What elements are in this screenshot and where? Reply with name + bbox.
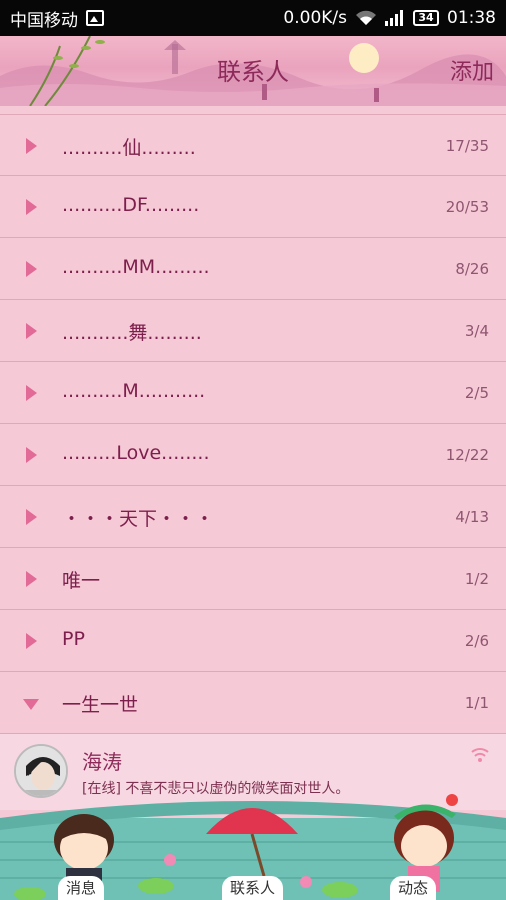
group-row[interactable]: PP 2/6 bbox=[0, 610, 506, 672]
group-name: .........Love........ bbox=[62, 442, 210, 464]
group-list: ..........仙......... 17/35 ..........DF.… bbox=[0, 114, 506, 734]
online-signal-icon bbox=[470, 746, 490, 766]
group-name: ..........仙......... bbox=[62, 137, 196, 159]
expand-arrow-icon bbox=[26, 447, 37, 463]
page-title: 联系人 bbox=[217, 58, 289, 86]
expand-arrow-icon bbox=[26, 323, 37, 339]
expand-arrow-icon bbox=[26, 509, 37, 525]
status-left: 中国移动 bbox=[10, 6, 104, 31]
tab-moments[interactable]: 动态 bbox=[390, 876, 437, 900]
group-name: ..........MM......... bbox=[62, 256, 210, 278]
collapse-arrow-icon bbox=[23, 699, 39, 710]
group-name: ..........M........... bbox=[62, 380, 206, 402]
tab-messages[interactable]: 消息 bbox=[58, 876, 105, 900]
group-row[interactable]: ..........M........... 2/5 bbox=[0, 362, 506, 424]
header: 联系人 添加 bbox=[0, 36, 506, 106]
group-name: ...........舞......... bbox=[62, 322, 202, 344]
clock: 01:38 bbox=[447, 8, 496, 28]
carrier-label: 中国移动 bbox=[10, 10, 78, 31]
group-count: 12/22 bbox=[445, 446, 489, 464]
group-count: 17/35 bbox=[445, 137, 489, 155]
battery-icon: 34 bbox=[413, 10, 439, 26]
contact-name: 海涛 bbox=[82, 750, 122, 774]
status-bar: 中国移动 0.00K/s 34 01:38 bbox=[0, 0, 506, 36]
group-row-expanded[interactable]: 一生一世 1/1 bbox=[0, 672, 506, 734]
group-row[interactable]: ・・・天下・・・ 4/13 bbox=[0, 486, 506, 548]
group-count: 1/1 bbox=[464, 694, 489, 712]
group-row[interactable]: ..........MM......... 8/26 bbox=[0, 238, 506, 300]
expand-arrow-icon bbox=[26, 138, 37, 154]
expand-arrow-icon bbox=[26, 571, 37, 587]
expand-arrow-icon bbox=[26, 385, 37, 401]
group-row[interactable]: .........Love........ 12/22 bbox=[0, 424, 506, 486]
image-notification-icon bbox=[86, 10, 104, 26]
group-count: 2/6 bbox=[464, 632, 489, 650]
group-row[interactable]: ...........舞......... 3/4 bbox=[0, 300, 506, 362]
group-row[interactable]: ..........DF......... 20/53 bbox=[0, 176, 506, 238]
group-name: 一生一世 bbox=[62, 694, 139, 716]
status-right: 0.00K/s 34 01:38 bbox=[283, 8, 496, 28]
bottom-nav: 消息 联系人 动态 bbox=[0, 790, 506, 900]
add-button[interactable]: 添加 bbox=[450, 54, 494, 86]
group-name: PP bbox=[62, 628, 85, 650]
group-count: 20/53 bbox=[445, 198, 489, 216]
group-name: ・・・天下・・・ bbox=[62, 508, 215, 530]
tab-contacts[interactable]: 联系人 bbox=[222, 876, 284, 900]
group-count: 1/2 bbox=[464, 570, 489, 588]
group-count: 2/5 bbox=[464, 384, 489, 402]
group-count: 8/26 bbox=[455, 260, 489, 278]
group-row[interactable]: 唯一 1/2 bbox=[0, 548, 506, 610]
group-count: 3/4 bbox=[464, 322, 489, 340]
group-name: ..........DF......... bbox=[62, 194, 200, 216]
expand-arrow-icon bbox=[26, 633, 37, 649]
expand-arrow-icon bbox=[26, 199, 37, 215]
net-speed: 0.00K/s bbox=[283, 8, 347, 28]
signal-icon bbox=[385, 10, 405, 26]
group-row[interactable]: ..........仙......... 17/35 bbox=[0, 114, 506, 176]
group-name: 唯一 bbox=[62, 570, 101, 592]
wifi-icon bbox=[355, 10, 377, 26]
group-count: 4/13 bbox=[455, 508, 489, 526]
expand-arrow-icon bbox=[26, 261, 37, 277]
